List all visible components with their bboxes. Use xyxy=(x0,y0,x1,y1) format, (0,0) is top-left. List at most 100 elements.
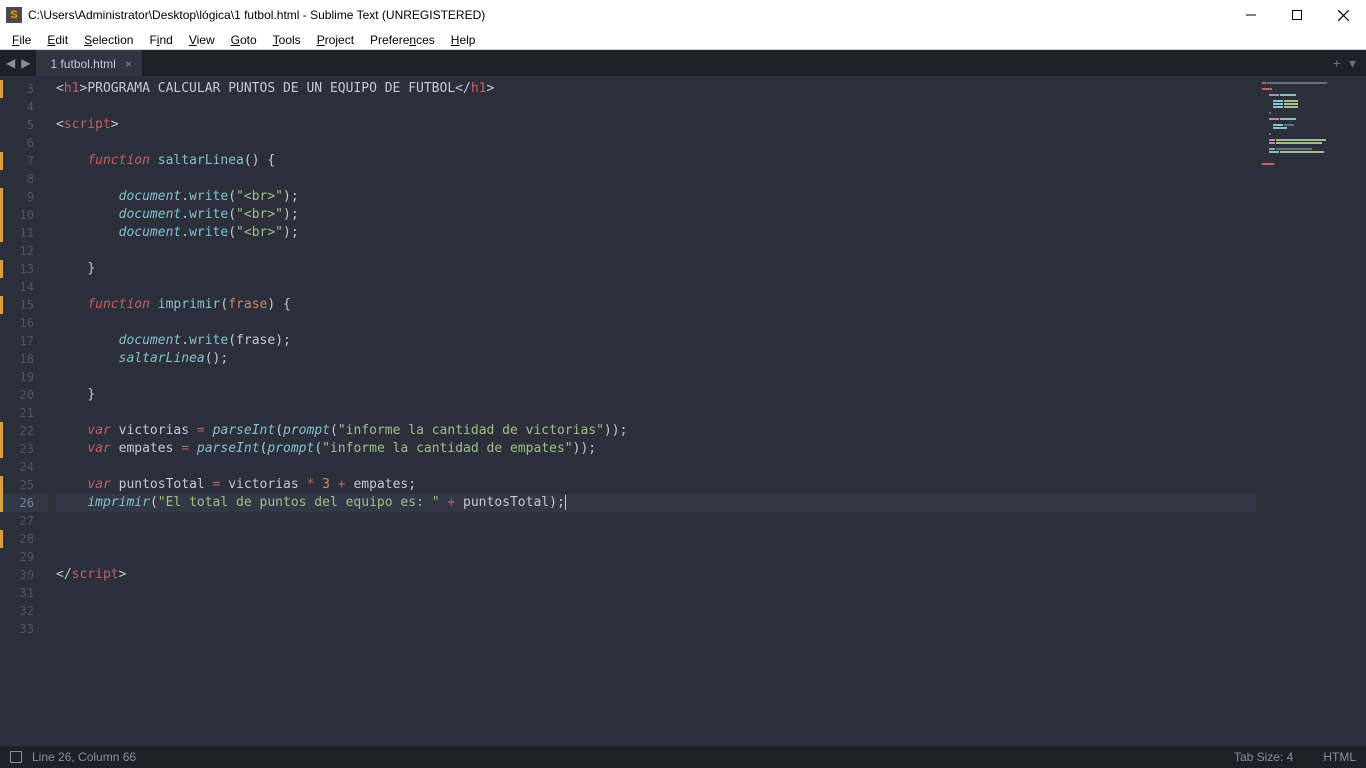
line-number[interactable]: 26 xyxy=(0,494,48,512)
code-line: <h1>PROGRAMA CALCULAR PUNTOS DE UN EQUIP… xyxy=(56,80,1366,98)
line-number[interactable]: 33 xyxy=(0,620,48,638)
tab-active[interactable]: 1 futbol.html × xyxy=(36,50,141,76)
code-line xyxy=(56,98,1366,116)
line-number[interactable]: 8 xyxy=(0,170,48,188)
code-line: var puntosTotal = victorias * 3 + empate… xyxy=(56,476,1366,494)
code-line xyxy=(56,314,1366,332)
line-number[interactable]: 22 xyxy=(0,422,48,440)
tab-nav: ◀ ▶ xyxy=(0,50,36,76)
code-line xyxy=(56,368,1366,386)
status-syntax[interactable]: HTML xyxy=(1323,750,1356,764)
code-line: var empates = parseInt(prompt("informe l… xyxy=(56,440,1366,458)
code-line xyxy=(56,278,1366,296)
code-line xyxy=(56,530,1366,548)
code-line xyxy=(56,170,1366,188)
line-number[interactable]: 9 xyxy=(0,188,48,206)
code-line xyxy=(56,134,1366,152)
status-bar: Line 26, Column 66 Tab Size: 4 HTML xyxy=(0,746,1366,768)
line-number[interactable]: 14 xyxy=(0,278,48,296)
line-number[interactable]: 5 xyxy=(0,116,48,134)
code-line xyxy=(56,602,1366,620)
line-number[interactable]: 27 xyxy=(0,512,48,530)
line-number[interactable]: 16 xyxy=(0,314,48,332)
status-position[interactable]: Line 26, Column 66 xyxy=(32,750,136,764)
menu-find[interactable]: Find xyxy=(141,31,180,49)
menu-help[interactable]: Help xyxy=(443,31,484,49)
line-number[interactable]: 20 xyxy=(0,386,48,404)
line-number[interactable]: 32 xyxy=(0,602,48,620)
tab-label: 1 futbol.html xyxy=(50,57,115,71)
minimap[interactable] xyxy=(1256,76,1366,746)
code-line: function imprimir(frase) { xyxy=(56,296,1366,314)
menu-project[interactable]: Project xyxy=(309,31,362,49)
app-icon: S xyxy=(6,7,22,23)
code-line: saltarLinea(); xyxy=(56,350,1366,368)
line-number[interactable]: 7 xyxy=(0,152,48,170)
line-number[interactable]: 3 xyxy=(0,80,48,98)
tab-close-icon[interactable]: × xyxy=(125,57,132,71)
status-tabsize[interactable]: Tab Size: 4 xyxy=(1234,750,1293,764)
menu-view[interactable]: View xyxy=(181,31,223,49)
window-titlebar: S C:\Users\Administrator\Desktop\lógica\… xyxy=(0,0,1366,30)
menu-file[interactable]: File xyxy=(4,31,39,49)
code-line xyxy=(56,548,1366,566)
close-button[interactable] xyxy=(1320,0,1366,30)
line-number[interactable]: 30 xyxy=(0,566,48,584)
line-number[interactable]: 6 xyxy=(0,134,48,152)
line-number[interactable]: 12 xyxy=(0,242,48,260)
panel-switcher-icon[interactable] xyxy=(10,751,22,763)
line-number[interactable]: 31 xyxy=(0,584,48,602)
line-number[interactable]: 18 xyxy=(0,350,48,368)
line-number[interactable]: 24 xyxy=(0,458,48,476)
code-line: } xyxy=(56,386,1366,404)
line-number[interactable]: 11 xyxy=(0,224,48,242)
line-number[interactable]: 19 xyxy=(0,368,48,386)
code-line: document.write("<br>"); xyxy=(56,224,1366,242)
editor: 3456789101112131415161718192021222324252… xyxy=(0,76,1366,746)
code-line: } xyxy=(56,260,1366,278)
tab-bar: ◀ ▶ 1 futbol.html × + ▾ xyxy=(0,50,1366,76)
code-line: document.write("<br>"); xyxy=(56,206,1366,224)
code-line xyxy=(56,620,1366,638)
line-number[interactable]: 21 xyxy=(0,404,48,422)
code-area[interactable]: <h1>PROGRAMA CALCULAR PUNTOS DE UN EQUIP… xyxy=(48,76,1366,746)
line-number[interactable]: 17 xyxy=(0,332,48,350)
line-number[interactable]: 29 xyxy=(0,548,48,566)
code-line xyxy=(56,584,1366,602)
window-controls xyxy=(1228,0,1366,30)
code-line: imprimir("El total de puntos del equipo … xyxy=(56,494,1366,512)
menu-preferences[interactable]: Preferences xyxy=(362,31,443,49)
code-line xyxy=(56,242,1366,260)
code-line: document.write(frase); xyxy=(56,332,1366,350)
minimize-button[interactable] xyxy=(1228,0,1274,30)
line-number[interactable]: 28 xyxy=(0,530,48,548)
new-tab-icon[interactable]: + xyxy=(1333,55,1341,71)
line-number[interactable]: 10 xyxy=(0,206,48,224)
line-number[interactable]: 13 xyxy=(0,260,48,278)
window-title: C:\Users\Administrator\Desktop\lógica\1 … xyxy=(28,8,485,22)
menubar: File Edit Selection Find View Goto Tools… xyxy=(0,30,1366,50)
line-number[interactable]: 4 xyxy=(0,98,48,116)
code-line: </script> xyxy=(56,566,1366,584)
line-number[interactable]: 15 xyxy=(0,296,48,314)
code-line: function saltarLinea() { xyxy=(56,152,1366,170)
code-line: <script> xyxy=(56,116,1366,134)
nav-forward-icon[interactable]: ▶ xyxy=(21,56,30,70)
text-cursor xyxy=(565,495,566,510)
nav-back-icon[interactable]: ◀ xyxy=(6,56,15,70)
maximize-button[interactable] xyxy=(1274,0,1320,30)
tab-actions: + ▾ xyxy=(1323,50,1366,76)
menu-tools[interactable]: Tools xyxy=(265,31,309,49)
menu-goto[interactable]: Goto xyxy=(223,31,265,49)
tab-menu-icon[interactable]: ▾ xyxy=(1349,55,1356,72)
line-gutter[interactable]: 3456789101112131415161718192021222324252… xyxy=(0,76,48,746)
code-line: var victorias = parseInt(prompt("informe… xyxy=(56,422,1366,440)
code-line xyxy=(56,404,1366,422)
code-line xyxy=(56,458,1366,476)
menu-edit[interactable]: Edit xyxy=(39,31,76,49)
code-line: document.write("<br>"); xyxy=(56,188,1366,206)
code-line xyxy=(56,512,1366,530)
menu-selection[interactable]: Selection xyxy=(76,31,141,49)
line-number[interactable]: 25 xyxy=(0,476,48,494)
line-number[interactable]: 23 xyxy=(0,440,48,458)
